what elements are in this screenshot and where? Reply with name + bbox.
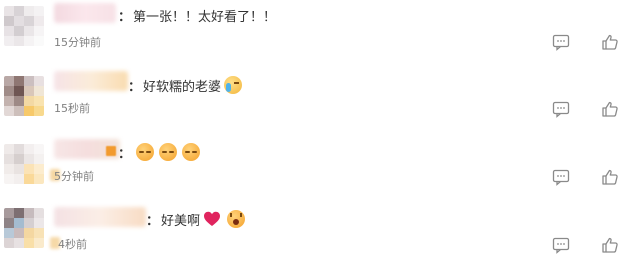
sleepy-face-icon [136,143,155,161]
avatar[interactable] [4,144,44,184]
reply-button[interactable] [552,33,570,51]
comment-time: 15秒前 [54,102,90,115]
comment-icon [552,168,570,186]
comment-text: 好软糯的老婆 [143,79,222,95]
red-heart-icon [203,210,221,228]
comment-text: 好美啊 [161,213,201,229]
comment-time: 5分钟前 [54,170,94,183]
comment-icon [552,236,570,254]
thumbs-up-icon [601,236,619,254]
sleepy-face-icon [159,143,178,161]
reply-button[interactable] [552,100,570,118]
reply-button[interactable] [552,236,570,254]
avatar[interactable] [4,208,44,248]
comment-item: ： 第一张！！太好看了！！ 15分钟前 [0,0,640,58]
username-redacted[interactable] [54,207,146,227]
comment-content: ： [118,141,201,163]
thumbs-up-icon [601,33,619,51]
like-button[interactable] [601,33,619,51]
colon-separator: ： [118,9,132,25]
reply-button[interactable] [552,168,570,186]
shocked-face-icon [227,210,246,228]
comment-icon [552,33,570,51]
comment-content: ： 第一张！！太好看了！！ [118,4,276,26]
comment-time: 4秒前 [58,238,87,251]
username-redacted[interactable] [54,3,116,23]
comment-time: 15分钟前 [54,36,101,49]
sleepy-face-icon [182,143,201,161]
comment-icon [552,100,570,118]
comment-item: ： 5分钟前 [0,136,640,194]
username-redacted[interactable] [54,71,128,91]
comment-text: 第一张！！太好看了！！ [133,9,277,25]
comment-item: ： 好美啊 4秒前 [0,204,640,262]
comment-item: ： 好软糯的老婆 15秒前 [0,68,640,126]
username-redacted[interactable] [106,146,116,156]
like-button[interactable] [601,168,619,186]
avatar[interactable] [4,76,44,116]
comment-content: ： 好软糯的老婆 [128,74,243,96]
thumbs-up-icon [601,100,619,118]
colon-separator: ： [146,213,160,229]
thumbs-up-icon [601,168,619,186]
colon-separator: ： [128,79,142,95]
crying-face-icon [224,76,243,94]
colon-separator: ： [118,146,132,162]
like-button[interactable] [601,236,619,254]
like-button[interactable] [601,100,619,118]
avatar[interactable] [4,6,44,46]
comment-content: ： 好美啊 [146,208,246,230]
